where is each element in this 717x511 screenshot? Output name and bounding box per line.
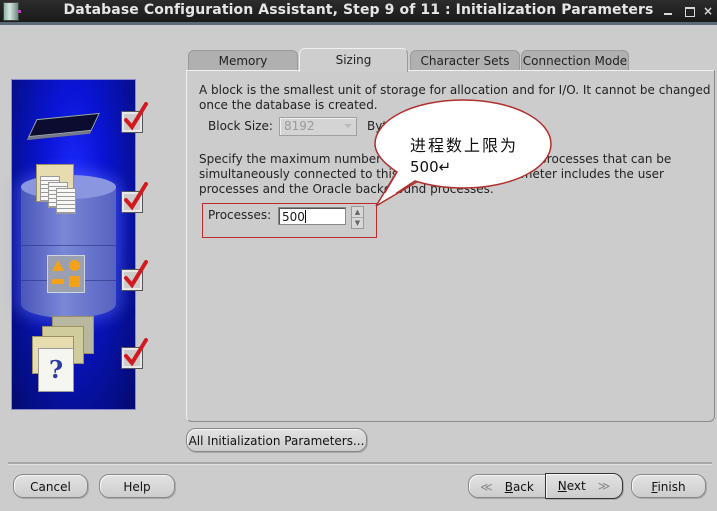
spinner-down-icon[interactable]: ▼ [352,218,363,228]
cancel-button[interactable]: Cancel [13,474,88,498]
memory-chip-icon [28,112,100,138]
checkmark-icon [124,102,148,130]
processes-spinner[interactable]: ▲ ▼ [351,206,364,229]
annotation-callout: 进程数上限为 500↵ [373,98,553,193]
checkmark-icon [124,182,148,210]
footer-separator [8,462,712,465]
title-bar: Database Configuration Assistant, Step 9… [0,0,717,22]
spinner-up-icon[interactable]: ▲ [352,207,363,218]
processes-label: Processes: [208,208,272,222]
help-button[interactable]: Help [99,474,175,498]
block-size-select[interactable]: 8192 [279,117,357,136]
chevron-right-icon: ≫ [597,479,611,493]
close-icon: × [702,4,714,18]
annotation-line1: 进程数上限为 [410,136,519,155]
next-button[interactable]: Next ≫ [545,473,623,499]
block-size-label: Block Size: [208,119,273,133]
documents-folder-icon [34,164,78,214]
finish-button[interactable]: Finish [631,474,706,498]
maximize-button[interactable] [682,3,698,19]
close-button[interactable]: × [700,3,716,19]
all-initialization-parameters-button[interactable]: All Initialization Parameters... [186,428,367,452]
maximize-icon [685,7,695,17]
tab-memory[interactable]: Memory [188,50,298,71]
step-checkbox-shapes [121,260,148,291]
minimize-button[interactable] [660,3,676,19]
tab-character-sets[interactable]: Character Sets [410,50,520,71]
window-title: Database Configuration Assistant, Step 9… [63,2,654,18]
step-checkbox-memory [121,102,148,133]
back-button[interactable]: ≪ Back [468,474,546,498]
checkmark-icon [124,338,148,366]
checkmark-icon [124,260,148,288]
chevron-down-icon [344,124,352,128]
tab-sizing[interactable]: Sizing [299,48,408,72]
tab-connection-mode[interactable]: Connection Mode [521,50,629,71]
minimize-icon [664,13,672,15]
block-size-value: 8192 [284,119,315,133]
help-document-icon: ? [38,348,74,392]
title-bar-border [0,22,717,25]
wizard-step-illustration: ? [11,79,148,410]
step-checkbox-help [121,338,148,369]
step-checkbox-documents [121,182,148,213]
annotation-line2: 500↵ [410,158,452,176]
processes-input[interactable]: 500 [278,207,346,225]
chevron-left-icon: ≪ [480,480,493,494]
shapes-icon [47,255,85,293]
